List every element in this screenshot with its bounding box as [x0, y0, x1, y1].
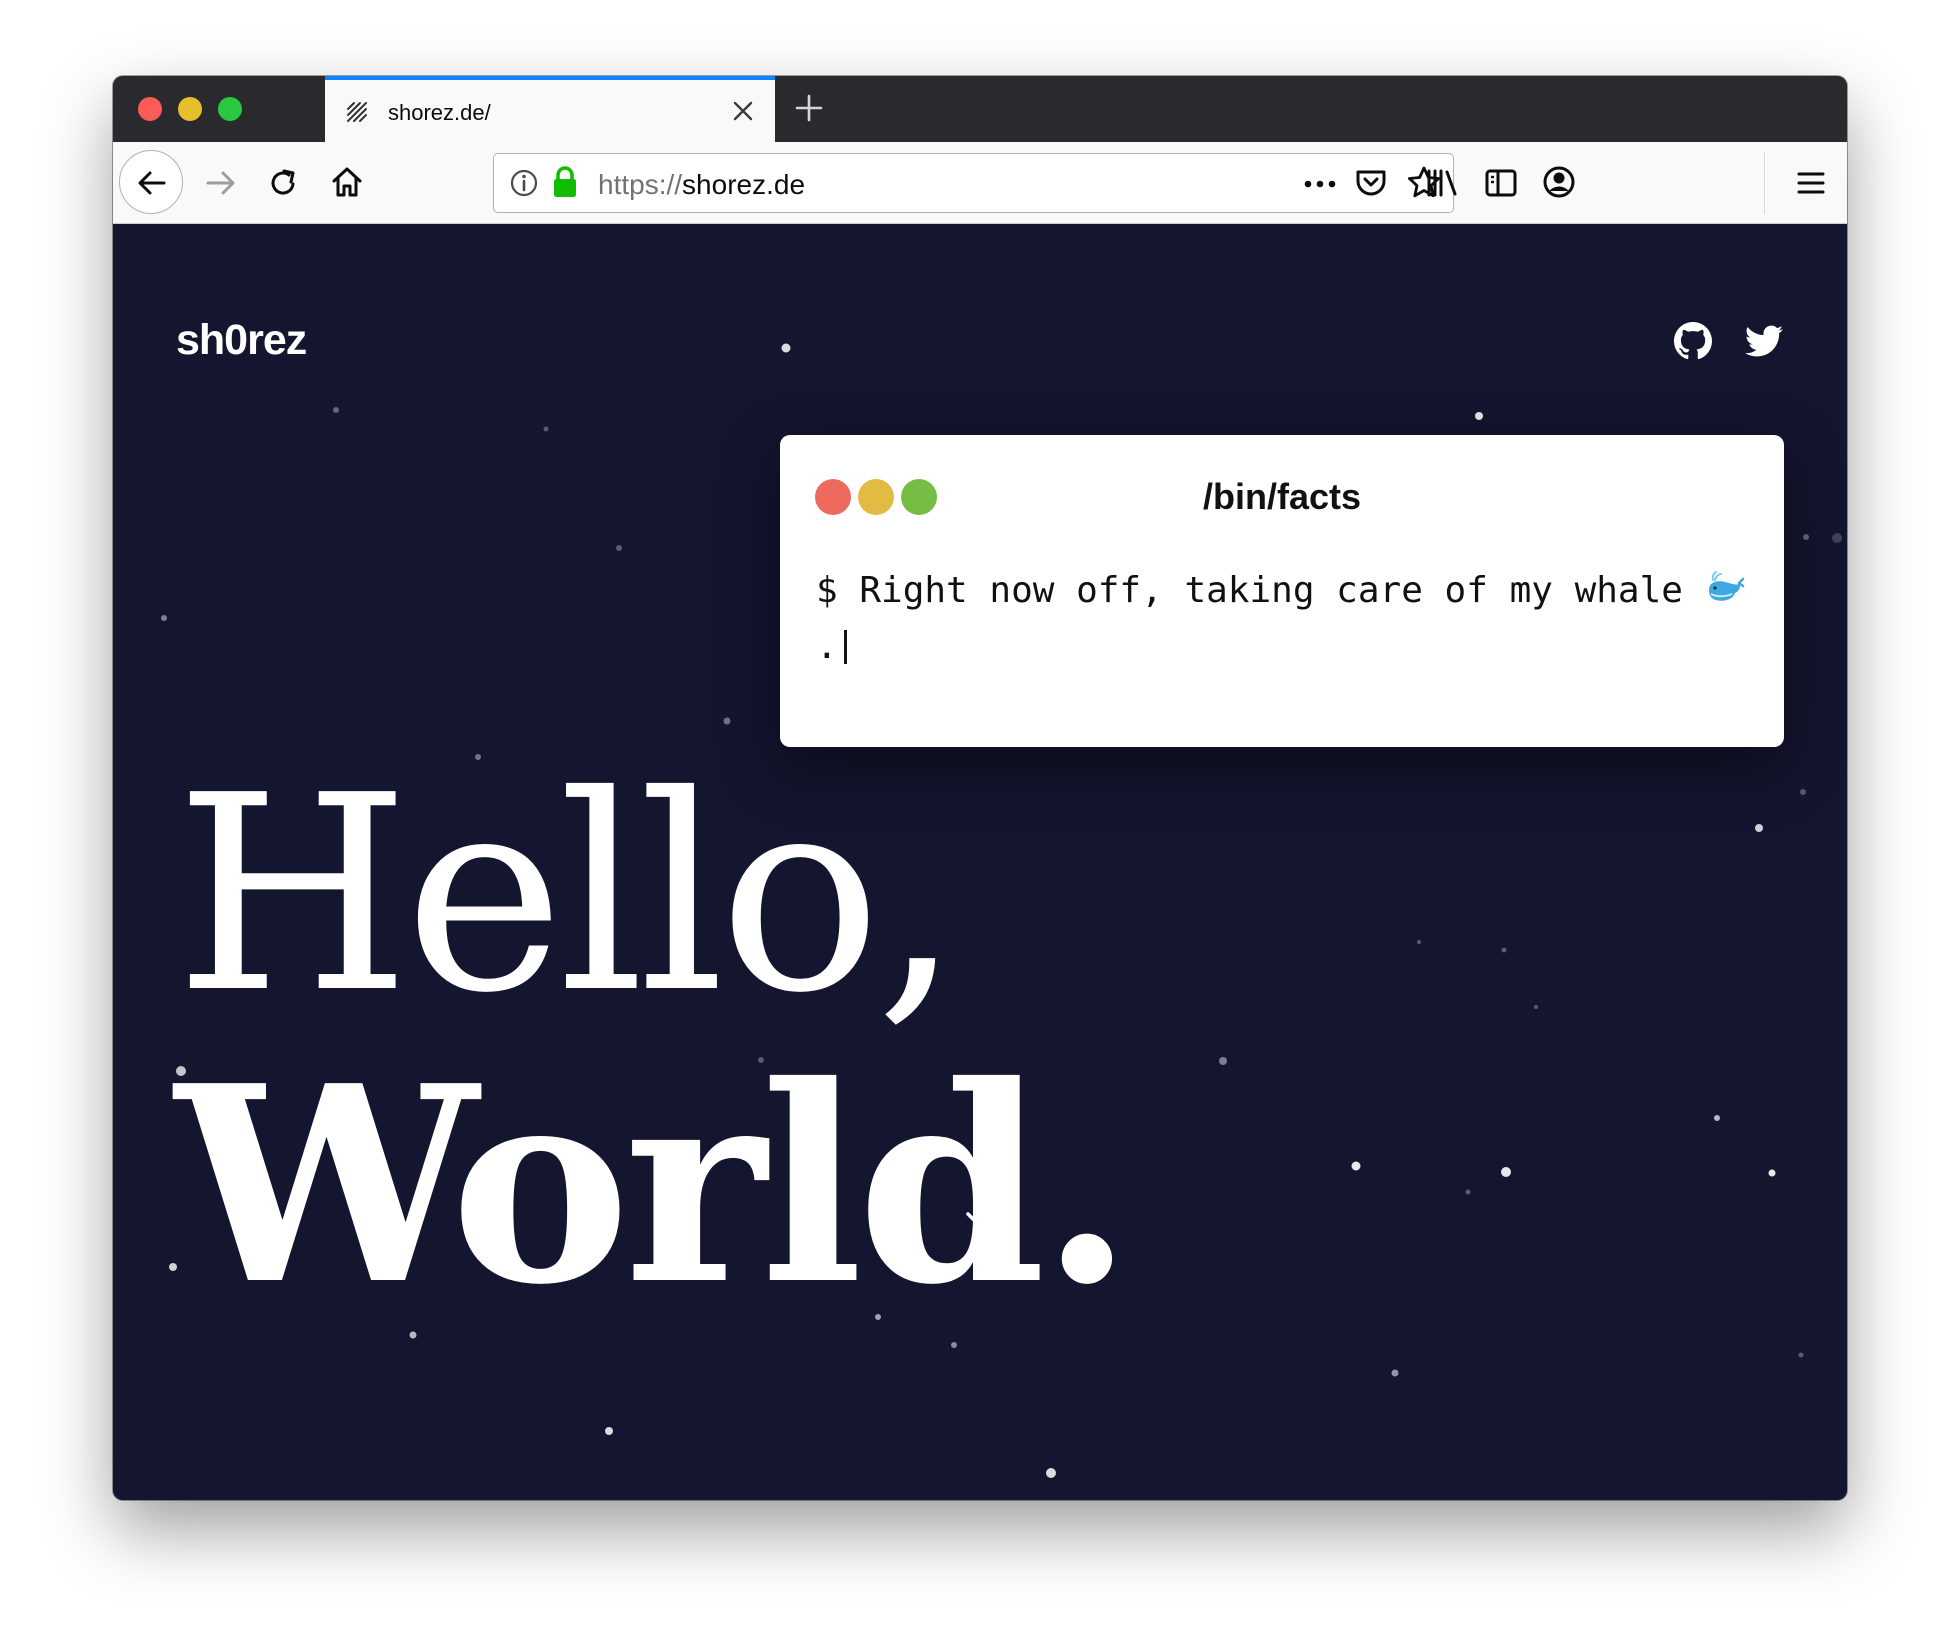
headline-line-1: Hello, — [175, 737, 961, 1052]
terminal-window: /bin/facts $ Right now off, taking care … — [780, 435, 1784, 747]
url-host: shorez.de — [682, 169, 806, 200]
library-icon[interactable] — [1424, 165, 1460, 201]
page-content: sh0rez /bin/facts $ Right now off, takin… — [113, 224, 1847, 1500]
window-minimize-button[interactable] — [178, 97, 202, 121]
toolbar-separator — [1764, 152, 1765, 214]
terminal-cursor — [843, 630, 847, 664]
tab-shorez[interactable]: shorez.de/ — [325, 76, 775, 142]
site-logo[interactable]: sh0rez — [176, 316, 307, 365]
url-text: https://shorez.de — [598, 169, 805, 201]
new-tab-icon[interactable] — [793, 92, 825, 124]
account-icon[interactable] — [1541, 164, 1577, 200]
hero-headline: Hello, World. — [175, 737, 1134, 1344]
info-icon[interactable] — [509, 168, 539, 198]
reload-button[interactable] — [266, 165, 302, 201]
menu-icon[interactable] — [1794, 166, 1828, 200]
window-close-button[interactable] — [138, 97, 162, 121]
terminal-text: $ Right now off, taking care of my whale — [816, 570, 1705, 611]
terminal-text-after: . — [816, 626, 838, 667]
navigation-toolbar: https://shorez.de — [113, 142, 1847, 224]
back-button[interactable] — [119, 150, 183, 214]
close-tab-icon[interactable] — [731, 99, 755, 123]
sidebar-icon[interactable] — [1483, 165, 1519, 201]
whale-emoji-icon — [1708, 571, 1744, 601]
url-scheme: https:// — [598, 169, 683, 200]
github-icon[interactable] — [1674, 322, 1712, 360]
lock-icon[interactable] — [552, 165, 578, 199]
tab-bar: shorez.de/ — [113, 76, 1847, 142]
browser-window: shorez.de/ https://shorez.de sh0rez /bin… — [113, 76, 1847, 1500]
page-actions-icon[interactable] — [1302, 178, 1338, 190]
favicon-icon — [347, 102, 367, 122]
terminal-output: $ Right now off, taking care of my whale… — [816, 563, 1756, 675]
home-button[interactable] — [329, 164, 365, 200]
window-zoom-button[interactable] — [218, 97, 242, 121]
twitter-icon[interactable] — [1745, 322, 1783, 360]
headline-line-2: World. — [175, 1026, 1134, 1344]
terminal-title: /bin/facts — [1202, 476, 1362, 517]
url-bar[interactable]: https://shorez.de — [493, 153, 1454, 213]
arrow-left-icon — [138, 171, 166, 195]
chevron-down-icon[interactable] — [962, 1208, 998, 1232]
pocket-icon[interactable] — [1354, 166, 1388, 200]
forward-button[interactable] — [203, 165, 239, 201]
tab-title: shorez.de/ — [388, 100, 491, 125]
